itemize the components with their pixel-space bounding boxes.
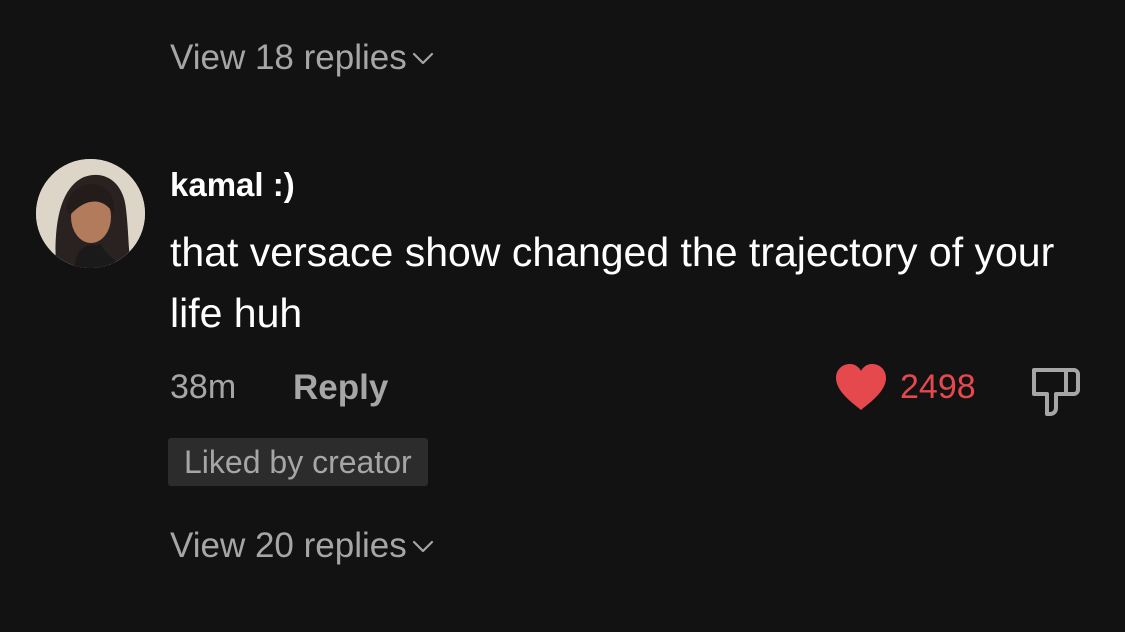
view-replies-button-2[interactable]: View 20 replies [170,526,435,566]
view-replies-label: View 20 replies [170,526,407,565]
heart-icon [836,364,886,410]
like-button[interactable]: 2498 [834,362,976,412]
avatar[interactable] [36,159,145,268]
reply-button[interactable]: Reply [293,368,388,408]
comment-timestamp: 38m [170,368,237,406]
chevron-down-icon [412,540,433,553]
like-count: 2498 [900,367,976,406]
comments-panel: View 18 replies kamal :) that versace sh… [0,0,1125,632]
avatar-image [36,159,145,268]
chevron-down-icon [412,52,433,65]
thumbs-down-icon[interactable] [1026,364,1080,418]
liked-by-creator-badge: Liked by creator [168,438,428,486]
view-replies-label: View 18 replies [170,38,407,77]
comment-username[interactable]: kamal :) [170,166,295,204]
comment-text: that versace show changed the trajectory… [170,229,1055,336]
view-replies-button[interactable]: View 18 replies [170,38,435,78]
